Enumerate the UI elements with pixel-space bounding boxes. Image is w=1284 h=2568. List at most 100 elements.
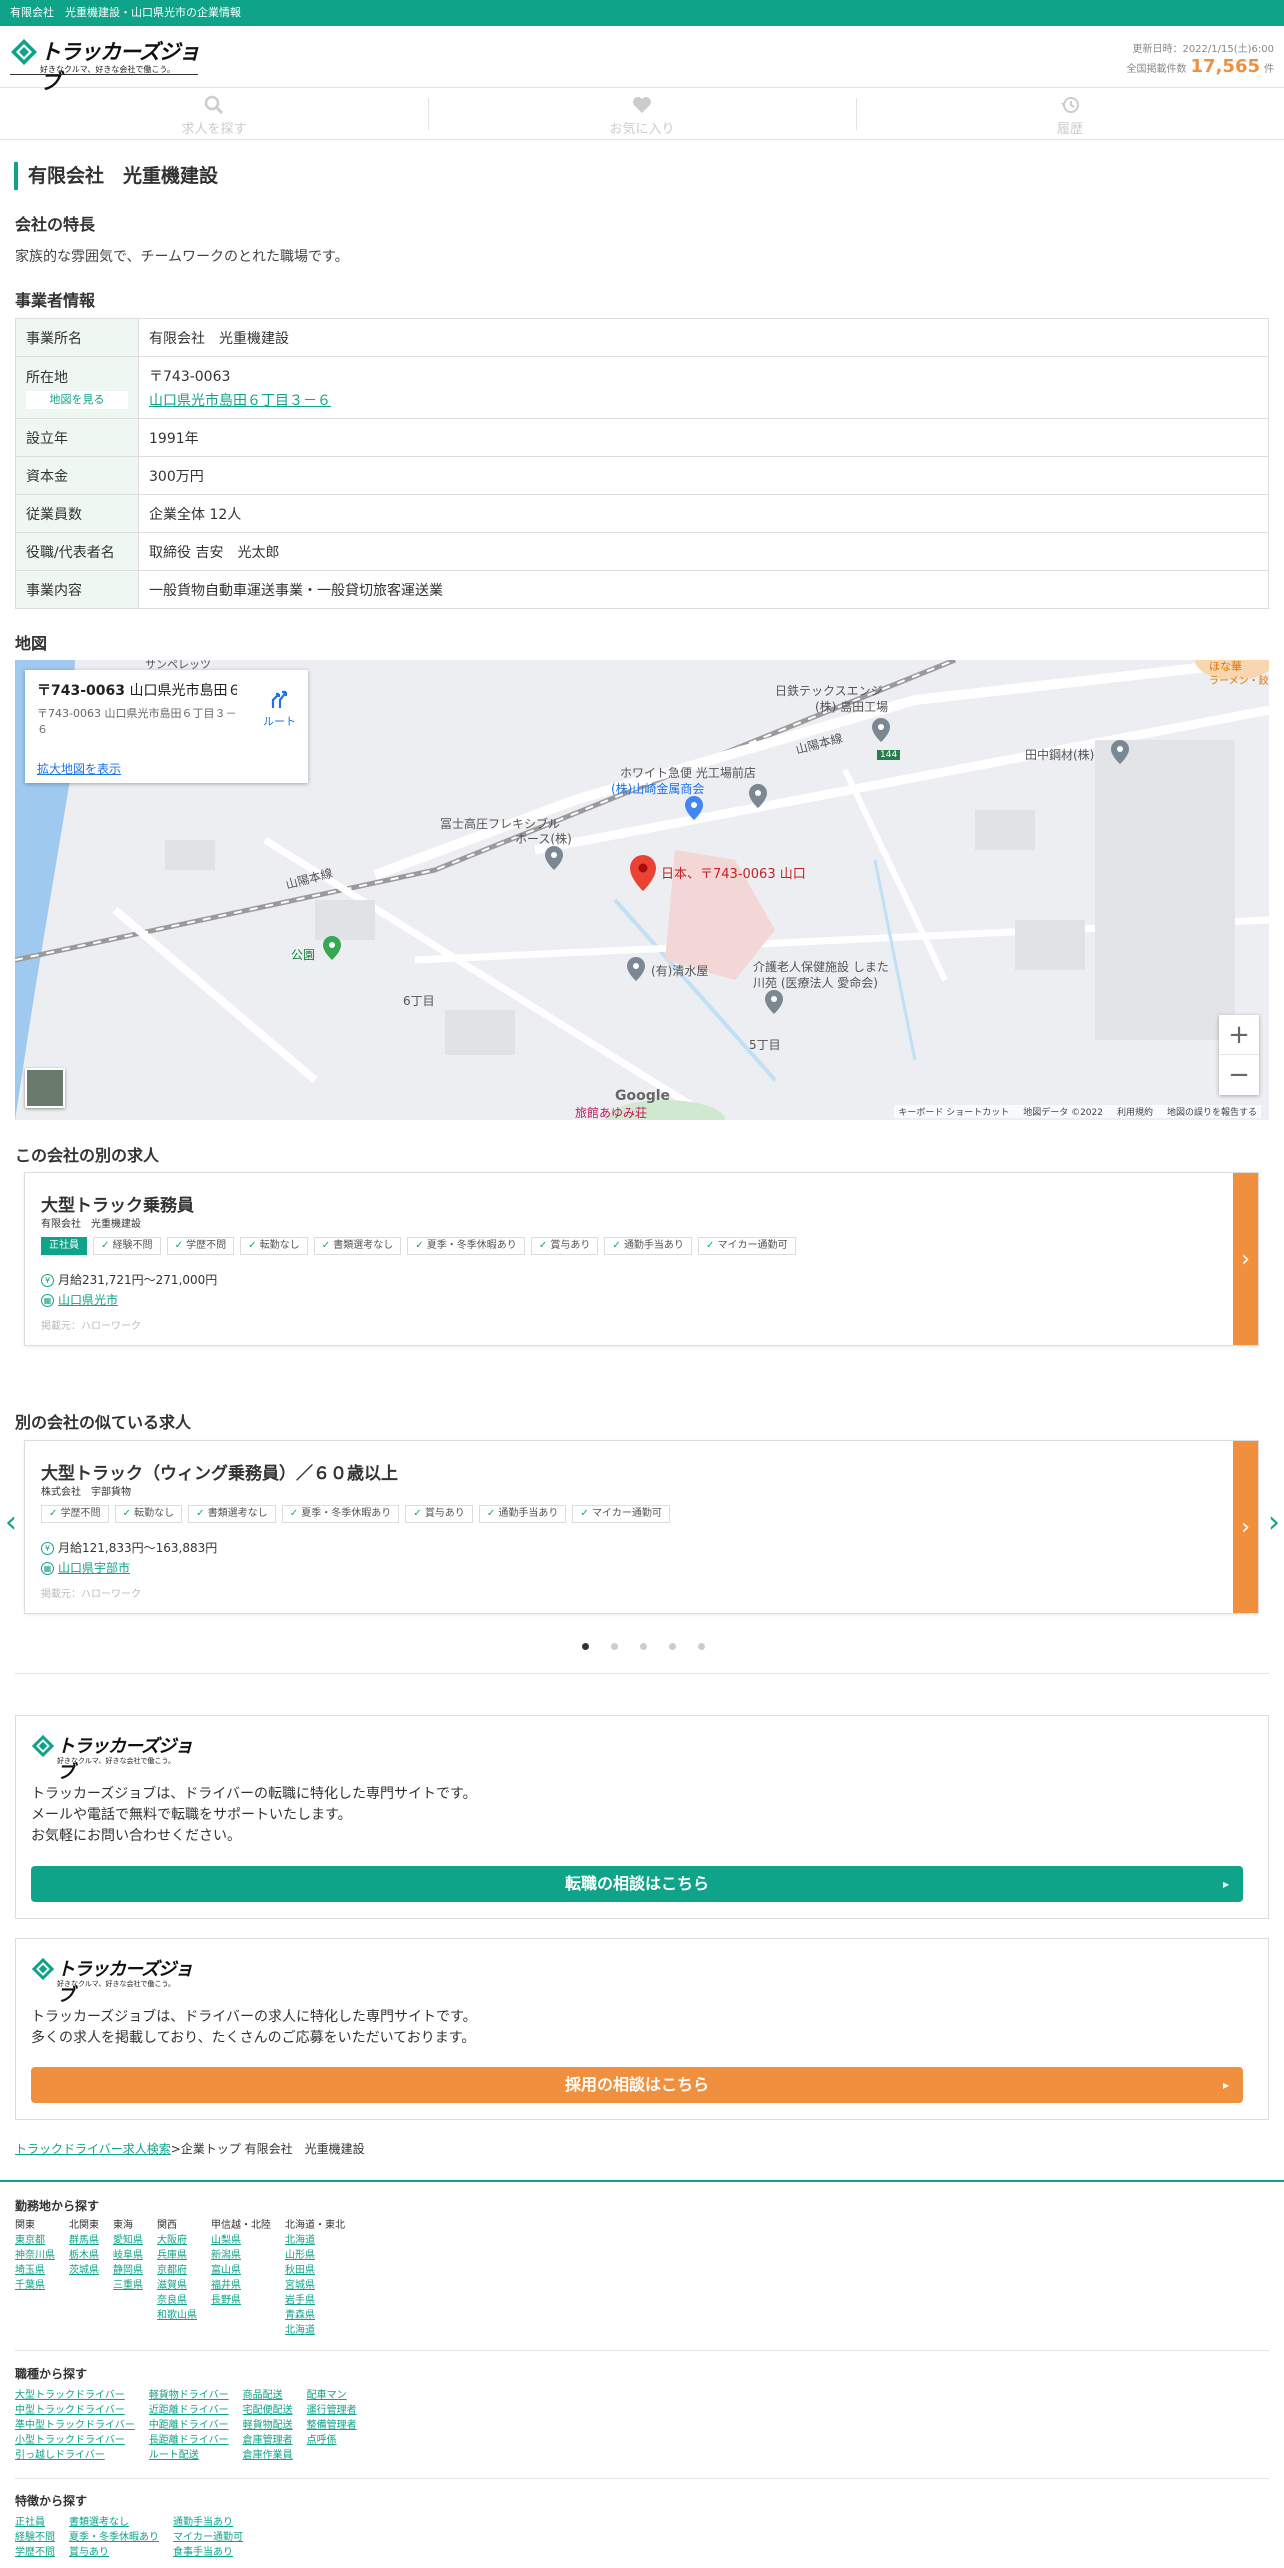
feature-link[interactable]: マイカー通勤可: [173, 2530, 243, 2545]
carousel-dot[interactable]: [611, 1643, 618, 1650]
feature-link[interactable]: 食事手当あり: [173, 2545, 243, 2560]
type-link[interactable]: 宅配便配送: [243, 2403, 293, 2418]
type-link[interactable]: 点呼係: [307, 2433, 357, 2448]
type-link[interactable]: 配車マン: [307, 2388, 357, 2403]
nav-history[interactable]: 履歴: [856, 88, 1284, 139]
nav-search[interactable]: 求人を探す: [0, 88, 428, 139]
keyboard-shortcuts-link[interactable]: キーボード ショートカット: [898, 1105, 1009, 1118]
address-link[interactable]: 山口県光市島田６丁目３－６: [149, 393, 331, 409]
feature-link[interactable]: 夏季・冬季休暇あり: [69, 2530, 159, 2545]
nav-favorites[interactable]: お気に入り: [428, 88, 856, 139]
report-error-link[interactable]: 地図の誤りを報告する: [1167, 1105, 1257, 1118]
zoom-in-button[interactable]: +: [1219, 1015, 1259, 1055]
embedded-map[interactable]: 日鉄テックスエンジ (株) 島田工場 ホワイト急便 光工場前店 (株)山崎金属商…: [15, 660, 1269, 1120]
area-link[interactable]: 和歌山県: [157, 2308, 197, 2323]
type-link[interactable]: 中型トラックドライバー: [15, 2403, 135, 2418]
type-link[interactable]: ルート配送: [149, 2448, 229, 2463]
chevron-right-icon[interactable]: ›: [1233, 1173, 1258, 1345]
area-column-head: 関西: [157, 2220, 177, 2231]
job-card[interactable]: 大型トラック乗務員 有限会社 光重機建設 正社員 経験不問 学歴不問 転勤なし …: [24, 1172, 1259, 1346]
area-link[interactable]: 栃木県: [69, 2248, 99, 2263]
job-tag: 正社員: [41, 1237, 87, 1255]
area-link[interactable]: 神奈川県: [15, 2248, 55, 2263]
type-link[interactable]: 倉庫作業員: [243, 2448, 293, 2463]
area-link[interactable]: 三重県: [113, 2278, 143, 2293]
route-button[interactable]: ルート: [263, 688, 296, 729]
feature-link[interactable]: 書類選考なし: [69, 2515, 159, 2530]
job-place-link[interactable]: 山口県光市: [58, 1293, 118, 1307]
area-link[interactable]: 茨城県: [69, 2263, 99, 2278]
area-link[interactable]: 千葉県: [15, 2278, 55, 2293]
view-map-button[interactable]: 地図を見る: [26, 390, 128, 409]
type-link[interactable]: 商品配送: [243, 2388, 293, 2403]
job-place-link[interactable]: 山口県宇部市: [58, 1561, 130, 1575]
type-link[interactable]: 引っ越しドライバー: [15, 2448, 135, 2463]
area-link[interactable]: 群馬県: [69, 2233, 99, 2248]
feature-link[interactable]: 経験不問: [15, 2530, 55, 2545]
area-link[interactable]: 静岡県: [113, 2263, 143, 2278]
type-link[interactable]: 軽貨物ドライバー: [149, 2388, 229, 2403]
area-link[interactable]: 北海道: [285, 2323, 345, 2338]
area-link[interactable]: 奈良県: [157, 2293, 197, 2308]
area-link[interactable]: 青森県: [285, 2308, 345, 2323]
type-link[interactable]: 大型トラックドライバー: [15, 2388, 135, 2403]
area-link[interactable]: 富山県: [211, 2263, 271, 2278]
feature-link[interactable]: 正社員: [15, 2515, 55, 2530]
area-link[interactable]: 埼玉県: [15, 2263, 55, 2278]
area-link[interactable]: 岐阜県: [113, 2248, 143, 2263]
site-logo[interactable]: トラッカーズジョブ 好きなクルマ、好きな会社で働こう。: [10, 36, 200, 94]
area-link[interactable]: 福井県: [211, 2278, 271, 2293]
area-link[interactable]: 兵庫県: [157, 2248, 197, 2263]
type-link[interactable]: 整備管理者: [307, 2418, 357, 2433]
feature-link[interactable]: 通勤手当あり: [173, 2515, 243, 2530]
carousel-dots: [582, 1643, 705, 1650]
type-link[interactable]: 長距離ドライバー: [149, 2433, 229, 2448]
type-link[interactable]: 近距離ドライバー: [149, 2403, 229, 2418]
chevron-right-icon[interactable]: ›: [1233, 1441, 1258, 1613]
area-link[interactable]: 北海道: [285, 2233, 345, 2248]
type-link[interactable]: 軽貨物配送: [243, 2418, 293, 2433]
area-link[interactable]: 山梨県: [211, 2233, 271, 2248]
type-link[interactable]: 中距離ドライバー: [149, 2418, 229, 2433]
area-link[interactable]: 滋賀県: [157, 2278, 197, 2293]
feature-link[interactable]: 賞与あり: [69, 2545, 159, 2560]
promo-logo-tagline: 好きなクルマ、好きな会社で働こう。: [57, 1980, 176, 1988]
zoom-out-button[interactable]: −: [1219, 1055, 1259, 1095]
carousel-dot[interactable]: [669, 1643, 676, 1650]
feature-link[interactable]: 学歴不問: [15, 2545, 55, 2560]
map-info-card: 〒743-0063 山口県光市島田６... 〒743-0063 山口県光市島田６…: [25, 670, 308, 783]
area-link[interactable]: 新潟県: [211, 2248, 271, 2263]
company-info-table: 事業所名 有限会社 光重機建設 所在地 地図を見る 〒743-0063 山口県光…: [15, 318, 1269, 609]
type-link[interactable]: 小型トラックドライバー: [15, 2433, 135, 2448]
job-card[interactable]: 大型トラック（ウィング乗務員）／６０歳以上 株式会社 宇部貨物 学歴不問 転勤な…: [24, 1440, 1259, 1614]
area-link[interactable]: 東京都: [15, 2233, 55, 2248]
area-column-head: 北海道・東北: [285, 2220, 345, 2231]
area-link[interactable]: 宮城県: [285, 2278, 345, 2293]
chevron-left-icon[interactable]: ‹: [5, 1505, 17, 1540]
recruit-consult-button[interactable]: 採用の相談はこちら: [31, 2067, 1243, 2103]
satellite-toggle[interactable]: [25, 1068, 65, 1108]
chevron-right-icon[interactable]: ›: [1268, 1505, 1280, 1540]
carousel-dot[interactable]: [582, 1643, 589, 1650]
job-change-consult-button[interactable]: 転職の相談はこちら: [31, 1866, 1243, 1902]
type-link[interactable]: 倉庫管理者: [243, 2433, 293, 2448]
breadcrumb-home-link[interactable]: トラックドライバー求人検索: [15, 2142, 171, 2156]
job-title: 大型トラック乗務員: [41, 1196, 194, 1216]
type-link[interactable]: 運行管理者: [307, 2403, 357, 2418]
area-link[interactable]: 岩手県: [285, 2293, 345, 2308]
enlarge-map-link[interactable]: 拡大地図を表示: [37, 760, 121, 777]
area-link[interactable]: 京都府: [157, 2263, 197, 2278]
area-link[interactable]: 秋田県: [285, 2263, 345, 2278]
carousel-dot[interactable]: [640, 1643, 647, 1650]
area-link[interactable]: 長野県: [211, 2293, 271, 2308]
carousel-dot[interactable]: [698, 1643, 705, 1650]
area-link[interactable]: 大阪府: [157, 2233, 197, 2248]
divider: [15, 2478, 1269, 2479]
location-pin-icon[interactable]: [630, 855, 656, 891]
type-link[interactable]: 準中型トラックドライバー: [15, 2418, 135, 2433]
area-link[interactable]: 愛知県: [113, 2233, 143, 2248]
map-poi-label: ホワイト急便 光工場前店: [620, 766, 756, 780]
job-tag: 学歴不問: [41, 1505, 109, 1523]
terms-link[interactable]: 利用規約: [1117, 1105, 1153, 1118]
area-link[interactable]: 山形県: [285, 2248, 345, 2263]
